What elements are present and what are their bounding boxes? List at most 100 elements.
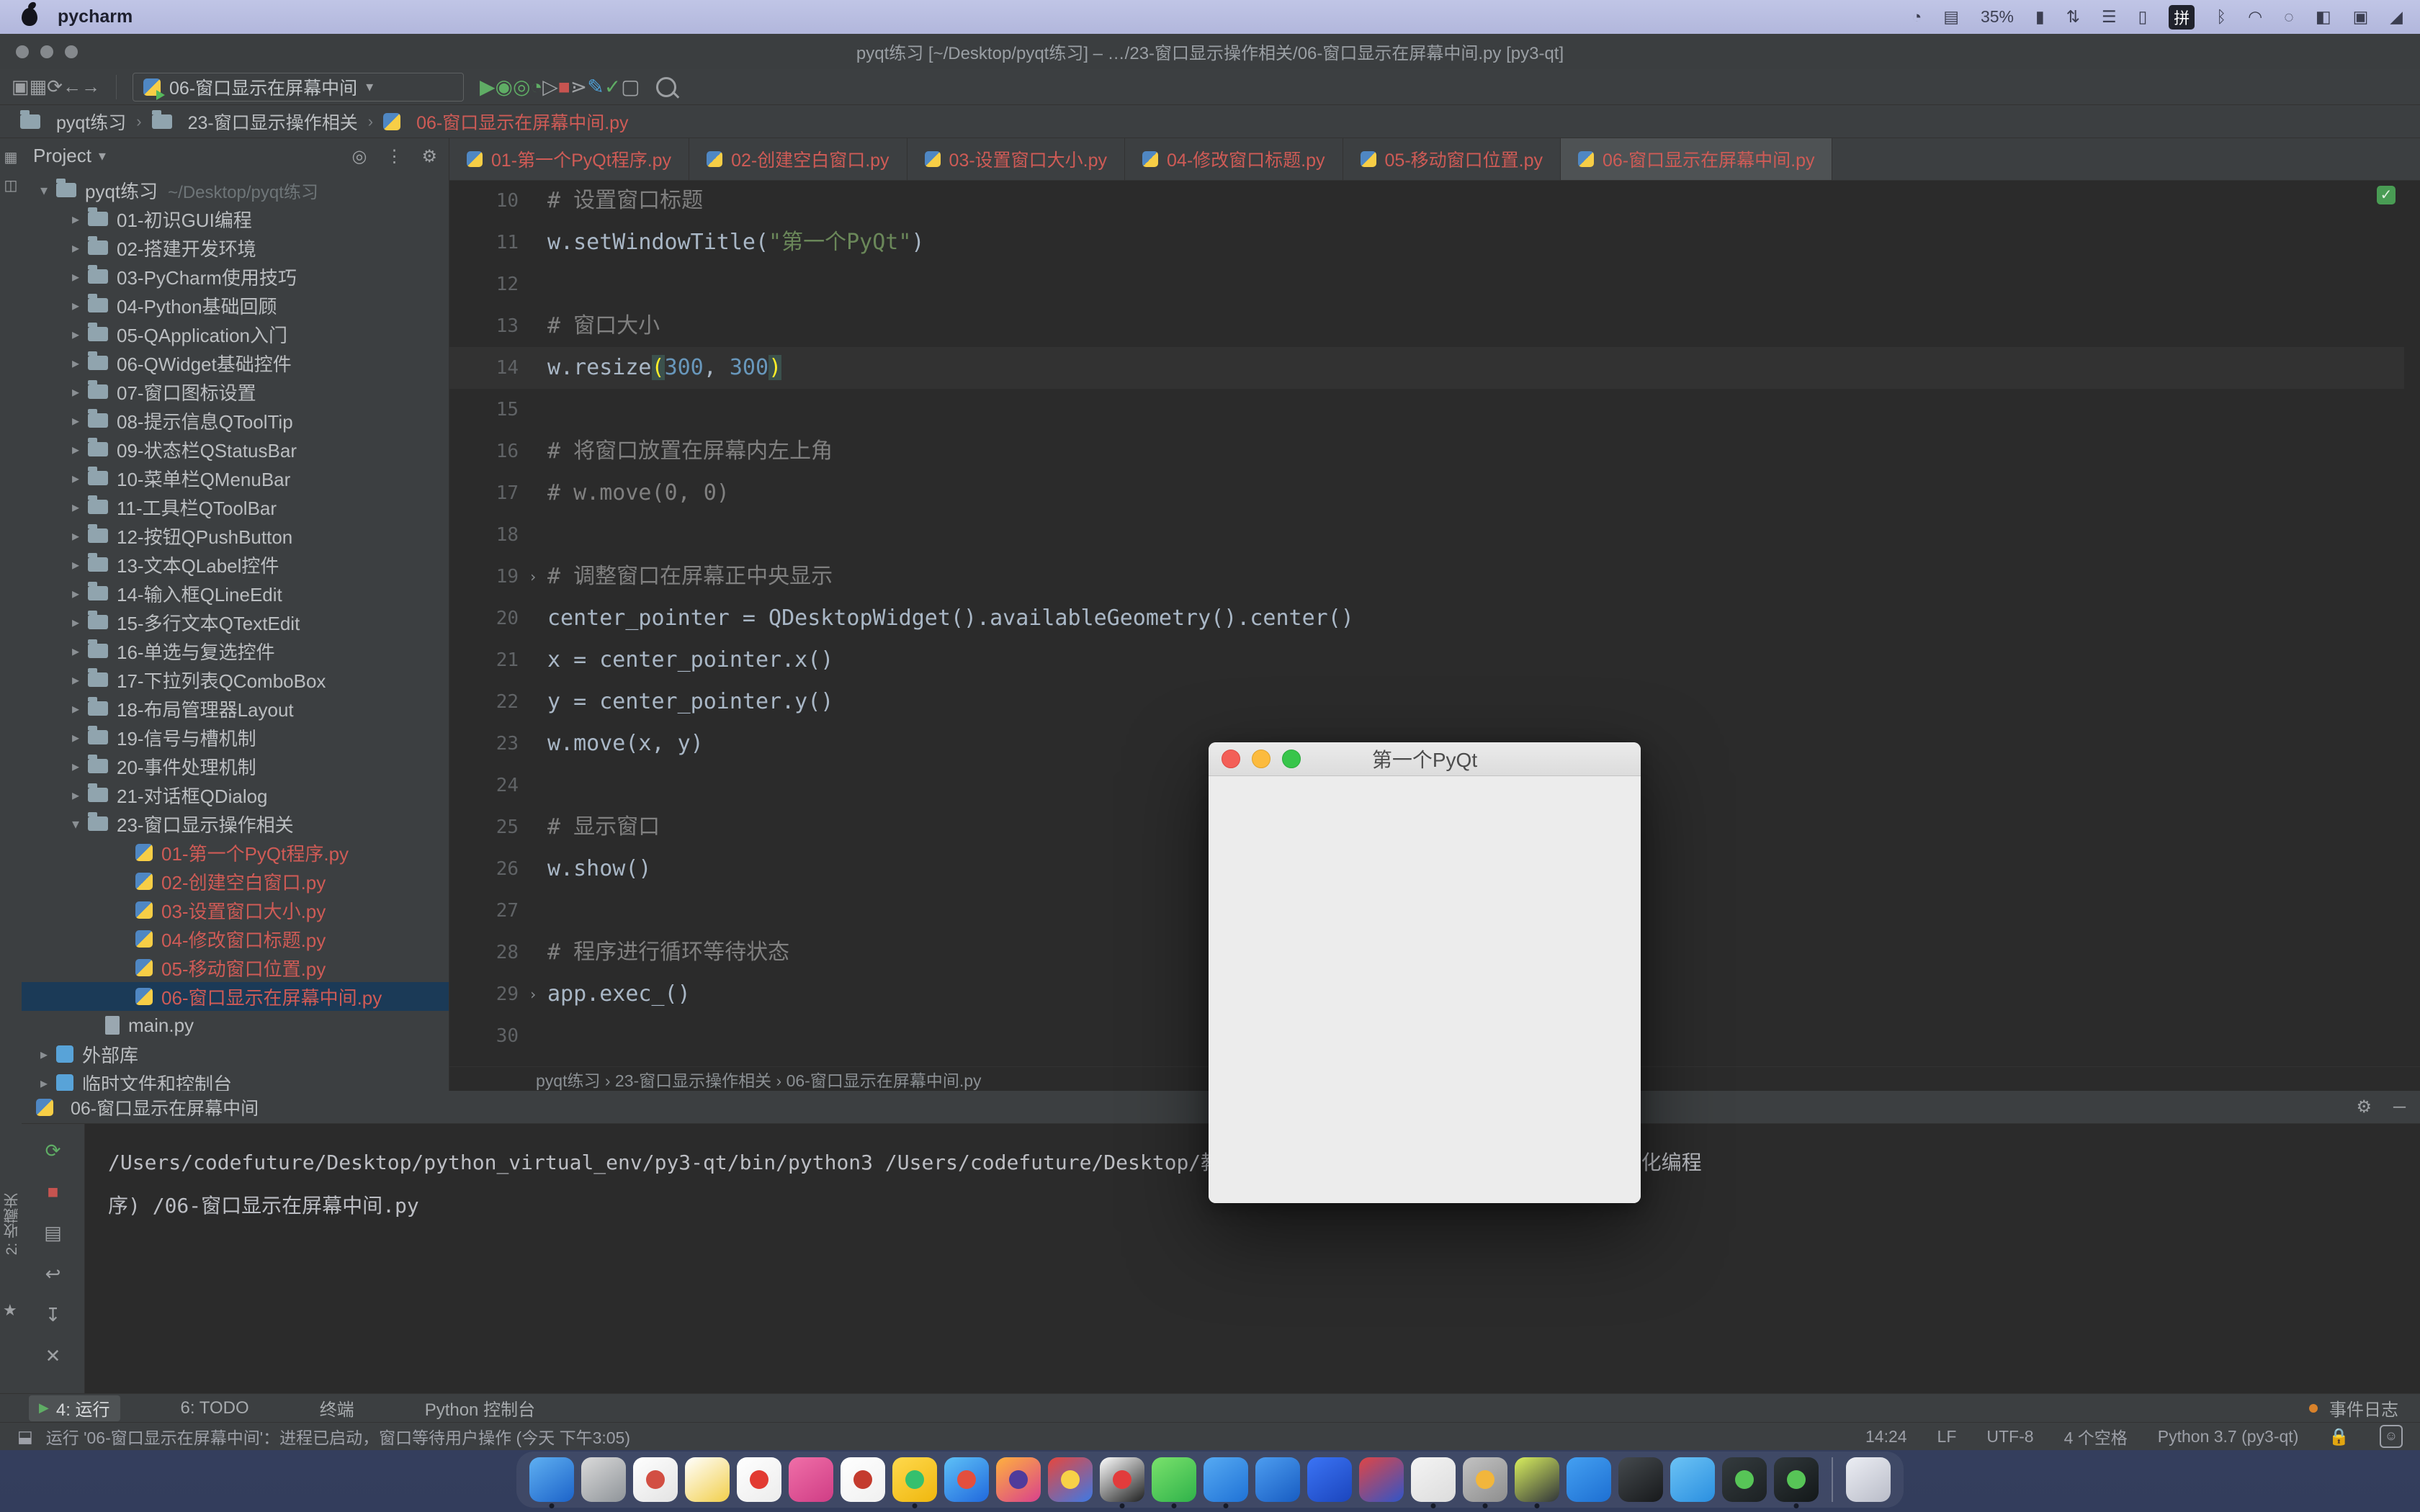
soft-wrap-icon[interactable]: ↩ [45,1263,61,1285]
code-line[interactable]: 12 [449,264,2404,305]
tree-item[interactable]: ▸04-Python基础回顾 [22,291,449,320]
locate-file-icon[interactable]: ◎ [352,147,367,166]
dock-icon-vscode[interactable] [1567,1457,1611,1502]
dock-icon-red-blue-app[interactable] [1359,1457,1404,1502]
search-everywhere-icon[interactable] [656,77,676,97]
tree-item[interactable]: ▸11-工具栏QToolBar [22,492,449,521]
tree-chevron-icon[interactable]: ▸ [63,412,88,430]
inspection-ok-icon[interactable]: ✓ [2377,186,2396,204]
code-line[interactable]: 15 [449,389,2404,431]
tree-item[interactable]: ▾23-窗口显示操作相关 [22,809,449,838]
code-line[interactable]: 10# 设置窗口标题 [449,180,2404,222]
tree-item[interactable]: ▸12-按钮QPushButton [22,521,449,550]
tree-chevron-icon[interactable]: ▸ [63,700,88,718]
tree-item[interactable]: 03-设置窗口大小.py [22,896,449,924]
scroll-end-icon[interactable]: ↧ [45,1304,61,1326]
toolwindow-switcher-icon[interactable]: ⬓ [17,1427,33,1446]
dock-icon-finder[interactable] [529,1457,574,1502]
tree-item[interactable]: ▸01-初识GUI编程 [22,204,449,233]
dock-icon-blue-app[interactable] [1255,1457,1300,1502]
tree-item[interactable]: ▸18-布局管理器Layout [22,694,449,723]
stop-icon[interactable]: ■ [558,76,570,98]
clipboard-icon[interactable]: ▯ [2138,7,2148,27]
volume-icon[interactable]: ◢ [2390,7,2403,27]
updown-arrows-icon[interactable]: ⇅ [2066,7,2080,27]
dock-icon-firefox[interactable] [996,1457,1041,1502]
grid-icon[interactable]: ▢ [621,76,640,98]
tree-item[interactable]: 06-窗口显示在屏幕中间.py [22,982,449,1011]
project-panel-header[interactable]: Project ▾ ◎⋮⚙ [22,138,449,173]
tree-item[interactable]: ▾pyqt练习~/Desktop/pyqt练习 [22,176,449,204]
tree-chevron-icon[interactable]: ▸ [63,786,88,804]
tree-chevron-icon[interactable]: ▸ [63,642,88,660]
clear-all-icon[interactable]: ✕ [45,1345,61,1367]
minimize-icon[interactable]: ─ [2393,1097,2406,1117]
tree-item[interactable]: ▸05-QApplication入门 [22,320,449,348]
tree-item[interactable]: ▸13-文本QLabel控件 [22,550,449,579]
code-line[interactable]: 20center_pointer = QDesktopWidget().avai… [449,598,2404,639]
tree-chevron-icon[interactable]: ▸ [63,757,88,775]
tree-chevron-icon[interactable]: ▸ [63,671,88,689]
stop-icon[interactable]: ■ [48,1181,59,1203]
settings-icon[interactable]: ⚙ [421,147,437,166]
pyqt-titlebar[interactable]: 第一个PyQt [1209,742,1641,776]
code-line[interactable]: 19›# 调整窗口在屏幕正中央显示 [449,556,2404,598]
dock-icon-safari[interactable] [944,1457,989,1502]
interpreter[interactable]: Python 3.7 (py3-qt) [2158,1427,2299,1446]
menu-lines-icon[interactable]: ☰ [2102,7,2117,27]
attach-icon[interactable]: ▷ [542,76,558,98]
profiler-icon[interactable]: ◔ [530,76,542,98]
editor-tab[interactable]: 03-设置窗口大小.py [908,138,1125,180]
tree-chevron-icon[interactable]: ▸ [63,613,88,631]
tree-item[interactable]: ▸10-菜单栏QMenuBar [22,464,449,492]
coverage-icon[interactable]: ◎ [513,76,530,98]
tree-chevron-icon[interactable]: ▸ [63,556,88,574]
tree-chevron-icon[interactable]: ▸ [32,1074,56,1092]
more-options-icon[interactable]: ⋮ [385,147,403,166]
editor-tab[interactable]: 04-修改窗口标题.py [1125,138,1343,180]
tree-chevron-icon[interactable]: ▸ [63,527,88,545]
editor-tab[interactable]: 02-创建空白窗口.py [689,138,907,180]
display-mirror-icon[interactable]: ▤ [1943,7,1959,27]
tree-chevron-icon[interactable]: ▸ [63,210,88,228]
code-line[interactable]: 22y = center_pointer.y() [449,681,2404,723]
editor-tab[interactable]: 01-第一个PyQt程序.py [449,138,689,180]
favorites-stripe-label[interactable]: 2: 收藏夹 [1,1193,23,1255]
control-center-icon[interactable]: ◧ [2316,7,2331,27]
dock-icon-qq[interactable] [1100,1457,1144,1502]
tree-item[interactable]: ▸19-信号与槽机制 [22,723,449,752]
tree-chevron-icon[interactable]: ▸ [63,354,88,372]
tree-chevron-icon[interactable]: ▸ [63,469,88,487]
tree-chevron-icon[interactable]: ▸ [32,1045,56,1063]
code-line[interactable]: 16# 将窗口放置在屏幕内左上角 [449,431,2404,472]
tree-item[interactable]: ▸21-对话框QDialog [22,780,449,809]
code-line[interactable]: 13# 窗口大小 [449,305,2404,347]
forward-icon[interactable]: → [81,76,100,97]
check-icon[interactable]: ✓ [604,76,621,98]
dock-icon-grey-yellow-app[interactable] [1463,1457,1507,1502]
dock-icon-trash[interactable] [1846,1457,1891,1502]
run-icon[interactable]: ▶ [480,76,496,98]
tree-chevron-icon[interactable]: ▸ [63,585,88,603]
toolwindow-terminal[interactable]: 终端 [310,1395,364,1421]
tree-chevron-icon[interactable]: ▸ [63,498,88,516]
tree-item[interactable]: ▸14-输入框QLineEdit [22,579,449,608]
ide-face-icon[interactable]: ☺ [2380,1425,2403,1448]
cpu-meter-icon[interactable]: ◔ [1912,7,1922,27]
tree-item[interactable]: ▸08-提示信息QToolTip [22,406,449,435]
dock-icon-textedit[interactable] [633,1457,678,1502]
editor-tab[interactable]: 06-窗口显示在屏幕中间.py [1561,138,1832,180]
event-log-button[interactable]: 事件日志 [2309,1395,2420,1421]
bluetooth-icon[interactable]: ᛒ [2216,7,2226,27]
sync-icon[interactable]: ⟳ [47,76,63,97]
pyqt-app-window[interactable]: 第一个PyQt [1209,742,1641,1203]
toolwindow-python-console[interactable]: Python 控制台 [415,1395,545,1421]
status-message[interactable]: 运行 '06-窗口显示在屏幕中间'：进程已启动，窗口等待用户操作 (今天 下午3… [46,1424,630,1449]
battery-percent-label[interactable]: 35% [1981,7,2014,27]
tree-item[interactable]: ▸15-多行文本QTextEdit [22,608,449,636]
tree-item[interactable]: 04-修改窗口标题.py [22,924,449,953]
code-line[interactable]: 11w.setWindowTitle("第一个PyQt") [449,222,2404,264]
tree-chevron-icon[interactable]: ▸ [63,239,88,257]
back-icon[interactable]: ← [63,76,81,97]
wifi-icon[interactable]: ◠ [2248,7,2262,27]
